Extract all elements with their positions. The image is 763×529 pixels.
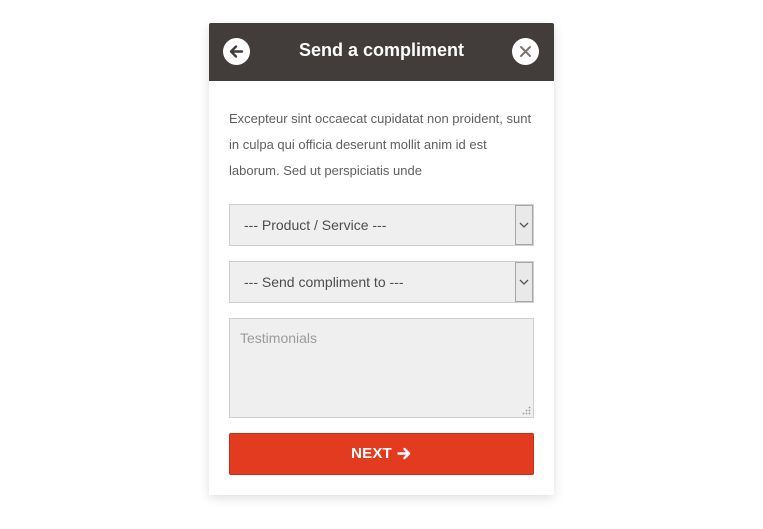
chevron-down-icon (519, 279, 529, 285)
product-service-select[interactable]: --- Product / Service --- (229, 204, 534, 246)
chevron-down-icon (519, 222, 529, 228)
close-button[interactable] (512, 38, 539, 65)
send-compliment-to-value: --- Send compliment to --- (244, 274, 404, 290)
resize-handle-icon[interactable] (522, 406, 531, 415)
dialog-title: Send a compliment (298, 40, 465, 60)
product-service-dropdown-button[interactable] (515, 205, 533, 245)
arrow-right-icon (397, 447, 411, 460)
send-compliment-to-dropdown-button[interactable] (515, 262, 533, 302)
description-text: Excepteur sint occaecat cupidatat non pr… (229, 111, 532, 178)
close-icon (520, 46, 531, 57)
next-button[interactable]: NEXT (229, 433, 534, 475)
product-service-value: --- Product / Service --- (244, 217, 387, 233)
testimonials-placeholder: Testimonials (240, 330, 318, 346)
compliment-dialog: Send a compliment Excepteur sint occaeca… (209, 23, 554, 495)
next-button-content: NEXT (230, 445, 533, 462)
send-compliment-to-select[interactable]: --- Send compliment to --- (229, 261, 534, 303)
testimonials-textarea[interactable]: Testimonials (229, 318, 534, 418)
dialog-header: Send a compliment (209, 23, 554, 81)
next-button-label: NEXT (351, 445, 392, 462)
